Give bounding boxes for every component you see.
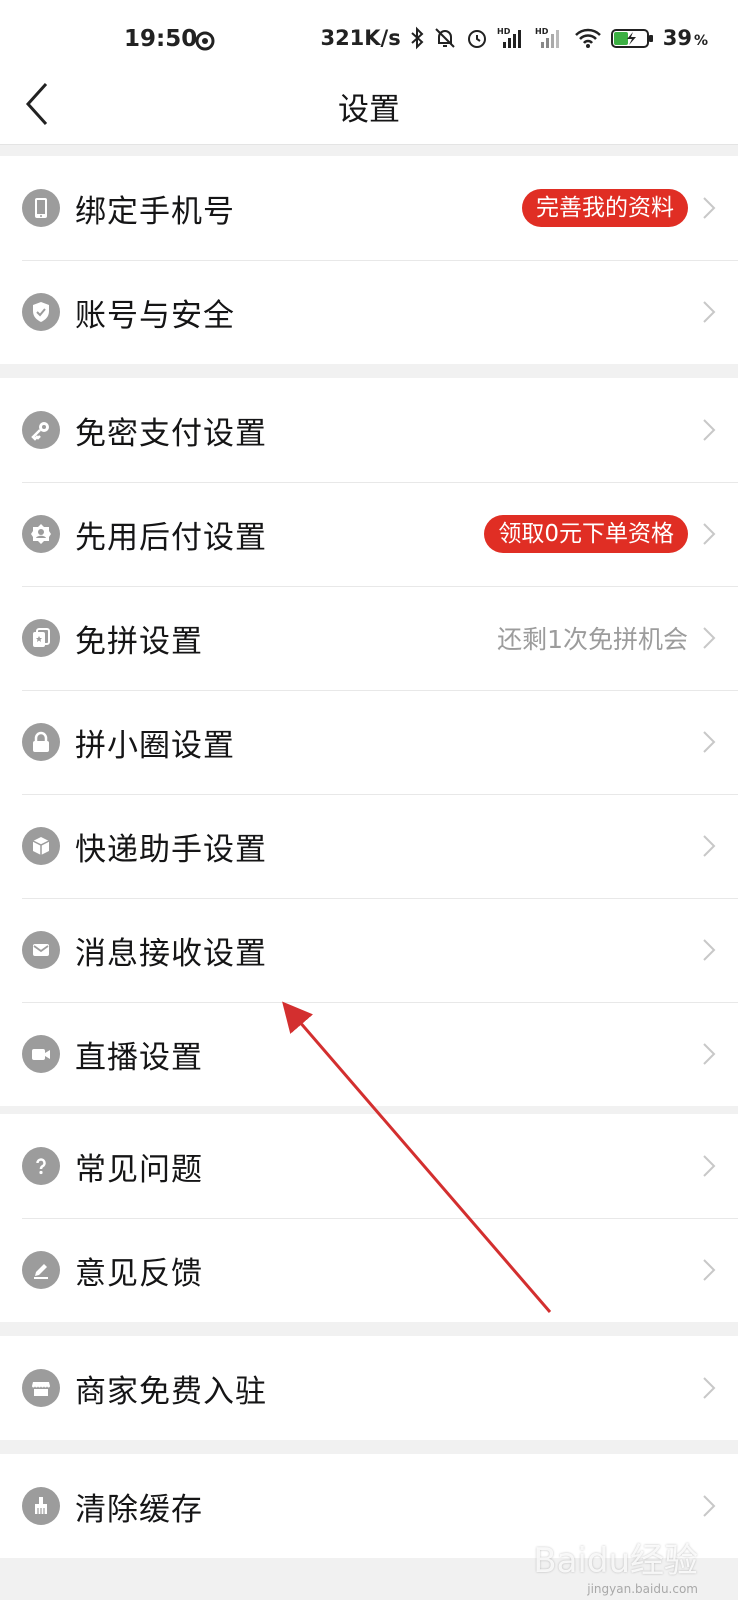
row-label: 消息接收设置 bbox=[75, 935, 267, 972]
package-icon bbox=[22, 827, 60, 865]
status-time: 19:50 bbox=[124, 26, 198, 52]
activity-ring-icon bbox=[194, 30, 216, 56]
password-free-payment-item[interactable]: 免密支付设置 bbox=[0, 378, 738, 482]
page-title: 设置 bbox=[338, 92, 400, 128]
feedback-item[interactable]: 意见反馈 bbox=[0, 1218, 738, 1322]
row-label: 免密支付设置 bbox=[75, 415, 267, 452]
row-label: 常见问题 bbox=[75, 1151, 203, 1188]
row-label: 拼小圈设置 bbox=[75, 727, 235, 764]
row-label: 商家免费入驻 bbox=[75, 1373, 267, 1410]
row-label: 快递助手设置 bbox=[75, 831, 267, 868]
chevron-right-icon bbox=[703, 419, 716, 441]
chevron-right-icon bbox=[703, 1495, 716, 1517]
message-settings-item[interactable]: 消息接收设置 bbox=[0, 898, 738, 1002]
account-security-item[interactable]: 账号与安全 bbox=[0, 260, 738, 364]
broom-icon bbox=[22, 1487, 60, 1525]
bluetooth-icon bbox=[409, 26, 425, 50]
row-label: 绑定手机号 bbox=[75, 193, 235, 230]
express-assistant-item[interactable]: 快递助手设置 bbox=[0, 794, 738, 898]
svg-text:HD: HD bbox=[535, 27, 549, 36]
row-label: 免拼设置 bbox=[75, 623, 203, 660]
settings-group-help: 常见问题 意见反馈 bbox=[0, 1114, 738, 1322]
free-group-item[interactable]: 免拼设置 还剩1次免拼机会 bbox=[0, 586, 738, 690]
signal-hd-icon: HD bbox=[535, 26, 565, 50]
live-settings-item[interactable]: 直播设置 bbox=[0, 1002, 738, 1106]
phone-icon bbox=[22, 189, 60, 227]
navigation-bar: 设置 bbox=[0, 64, 738, 145]
video-icon bbox=[22, 1035, 60, 1073]
row-label: 先用后付设置 bbox=[75, 519, 267, 556]
row-label: 清除缓存 bbox=[75, 1491, 203, 1528]
status-icons: 321K/s HD HD 39% bbox=[320, 26, 708, 50]
alarm-icon bbox=[465, 26, 489, 50]
row-label: 直播设置 bbox=[75, 1039, 203, 1076]
battery-charging-icon bbox=[610, 26, 655, 50]
chevron-right-icon bbox=[703, 731, 716, 753]
chevron-right-icon bbox=[703, 1377, 716, 1399]
store-icon bbox=[22, 1369, 60, 1407]
key-icon bbox=[22, 411, 60, 449]
chevron-right-icon bbox=[703, 939, 716, 961]
pay-later-item[interactable]: 先用后付设置 领取0元下单资格 bbox=[0, 482, 738, 586]
signal-hd-icon: HD bbox=[497, 26, 527, 50]
question-icon bbox=[22, 1147, 60, 1185]
chevron-right-icon bbox=[703, 1155, 716, 1177]
lock-icon bbox=[22, 723, 60, 761]
merchant-join-item[interactable]: 商家免费入驻 bbox=[0, 1336, 738, 1440]
bell-off-icon bbox=[433, 26, 457, 50]
row-label: 账号与安全 bbox=[75, 297, 235, 334]
shield-check-icon bbox=[22, 293, 60, 331]
profile-badge[interactable]: 完善我的资料 bbox=[522, 189, 688, 227]
chevron-right-icon bbox=[703, 1043, 716, 1065]
pin-circle-item[interactable]: 拼小圈设置 bbox=[0, 690, 738, 794]
mail-icon bbox=[22, 931, 60, 969]
pay-later-badge[interactable]: 领取0元下单资格 bbox=[484, 515, 688, 553]
faq-item[interactable]: 常见问题 bbox=[0, 1114, 738, 1218]
chevron-right-icon bbox=[703, 1259, 716, 1281]
bind-phone-item[interactable]: 绑定手机号 完善我的资料 bbox=[0, 156, 738, 260]
chevron-right-icon bbox=[703, 835, 716, 857]
wifi-icon bbox=[573, 26, 603, 50]
cards-icon bbox=[22, 619, 60, 657]
chevron-right-icon bbox=[703, 627, 716, 649]
svg-text:HD: HD bbox=[497, 27, 511, 36]
chevron-right-icon bbox=[703, 301, 716, 323]
watermark-url: jingyan.baidu.com bbox=[587, 1582, 698, 1596]
chevron-right-icon bbox=[703, 523, 716, 545]
row-label: 意见反馈 bbox=[75, 1255, 203, 1292]
settings-group-features: 免密支付设置 先用后付设置 领取0元下单资格 免拼设置 还剩1次免拼机会 拼小圈… bbox=[0, 378, 738, 1106]
battery-level: 39% bbox=[662, 26, 708, 50]
free-group-hint: 还剩1次免拼机会 bbox=[497, 625, 688, 654]
settings-group-merchant: 商家免费入驻 bbox=[0, 1336, 738, 1440]
watermark: Baidu经验 bbox=[533, 1541, 698, 1581]
pencil-icon bbox=[22, 1251, 60, 1289]
network-speed: 321K/s bbox=[320, 26, 401, 50]
badge-gear-icon bbox=[22, 515, 60, 553]
settings-group-account: 绑定手机号 完善我的资料 账号与安全 bbox=[0, 156, 738, 364]
chevron-right-icon bbox=[703, 197, 716, 219]
